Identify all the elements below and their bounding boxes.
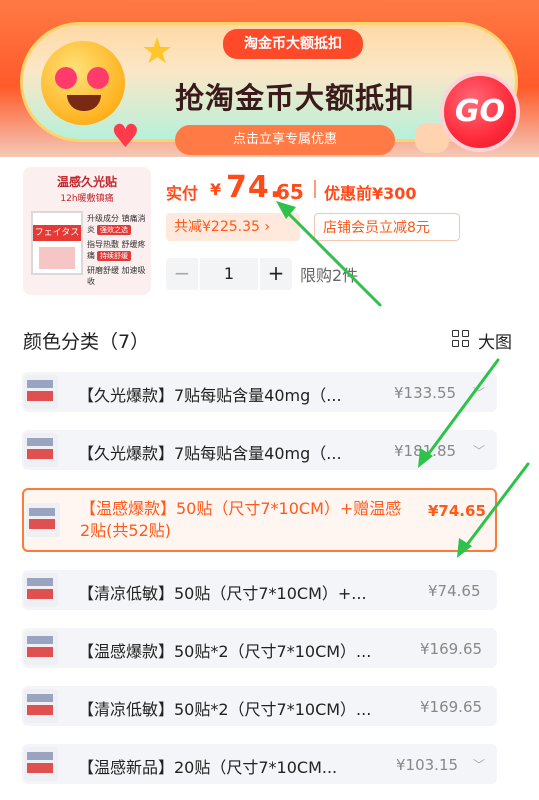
sku-label: 【温感新品】20贴（尺寸7*10CM... [78,758,338,777]
thumb-feature: 研磨舒缓 加速吸收 [87,266,146,286]
sku-option[interactable]: 【久光爆款】7贴每贴含量40mg（... ¥181.85 ﹀ [22,430,497,470]
banner-cta[interactable]: 点击立享专属优惠 [175,125,395,155]
sku-thumbnail [26,503,60,537]
price-currency: ¥ [210,180,222,199]
sku-thumbnail [24,631,58,665]
thumb-badge: 强效之选 [97,225,131,235]
sku-price: ¥74.65 [428,582,481,600]
sku-label: 【久光爆款】7贴每贴含量40mg（... [78,386,342,405]
thumb-badge: 持续舒缓 [97,251,131,261]
sku-label: 【温感爆款】50贴（尺寸7*10CM）+赠温感2贴(共52贴) [80,499,402,540]
chevron-down-icon: ﹀ [472,758,485,772]
sku-option[interactable]: 【温感新品】20贴（尺寸7*10CM... ¥103.15 ﹀ [22,744,497,784]
quantity-input[interactable]: 1 [200,258,258,290]
emoji-eye-left [55,67,77,89]
sku-price: ¥169.65 [420,640,483,658]
emoji-mouth [67,95,101,111]
sku-option[interactable]: 【温感爆款】50贴*2（尺寸7*10CM）... ¥169.65 [22,628,497,668]
sku-thumbnail [24,375,58,409]
grid-view-icon [452,330,470,348]
chevron-down-icon: ﹀ [472,444,485,458]
sku-label: 【清凉低敏】50贴*2（尺寸7*10CM）... [78,700,372,719]
discount-total-chip[interactable]: 共减¥225.35 › [166,213,300,241]
sku-thumbnail [24,433,58,467]
banner-card[interactable]: ★ ♥ 淘金币大额抵扣 抢淘金币大额抵扣 点击立享专属优惠 GO [20,22,520,155]
sku-option-selected[interactable]: 【温感爆款】50贴（尺寸7*10CM）+赠温感2贴(共52贴) ¥74.65 [22,488,497,552]
thumb-brand: フェイタス [33,225,81,241]
sku-option[interactable]: 【久光爆款】7贴每贴含量40mg（... ¥133.55 ﹀ [22,372,497,412]
go-button[interactable]: GO [440,72,520,152]
price-divider [314,180,316,198]
sku-thumbnail [24,689,58,723]
star-icon: ★ [141,31,174,72]
member-discount-chip[interactable]: 店铺会员立减8元 [314,213,460,241]
chevron-down-icon: ﹀ [472,386,485,400]
sku-price: ¥133.55 [394,384,457,402]
thumb-feature: 升级成分 镇痛消炎 [87,214,146,234]
purchase-limit: 限购2件 [300,266,359,285]
thumb-subtitle: 12h暖敷镇痛 [60,194,114,204]
price-row: 实付 ¥ 74. 65 优惠前¥300 [166,170,526,210]
sku-price: ¥103.15 [396,756,459,774]
sku-thumbnail [24,573,58,607]
sku-label: 【温感爆款】50贴*2（尺寸7*10CM）... [78,642,372,661]
price-integer: 74. [226,170,283,205]
thumb-feature: 指导热敷 舒缓疼痛 [87,240,146,260]
decrease-quantity-button[interactable]: − [166,258,198,290]
sku-price: ¥74.65 [428,502,486,520]
emoji-eye-right [87,67,109,89]
banner-title: 抢淘金币大额抵扣 [175,81,416,115]
patch-image [39,247,75,269]
sku-label: 【久光爆款】7贴每贴含量40mg（... [78,444,342,463]
price-before-discount: 优惠前¥300 [324,184,417,203]
big-picture-label: 大图 [478,333,512,353]
sku-option[interactable]: 【清凉低敏】50贴*2（尺寸7*10CM）... ¥169.65 [22,686,497,726]
heart-eyes-emoji-icon [41,41,125,125]
sku-label: 【清凉低敏】50贴（尺寸7*10CM）+... [78,584,367,603]
sku-price: ¥181.85 [394,442,457,460]
heart-icon: ♥ [111,117,140,155]
section-title: 颜色分类（7） [23,331,150,353]
quantity-stepper: − 1 + [166,258,292,290]
big-picture-toggle[interactable]: 大图 [452,328,518,353]
sku-thumbnail [24,747,58,781]
sku-option[interactable]: 【清凉低敏】50贴（尺寸7*10CM）+... ¥74.65 [22,570,497,610]
price-label: 实付 [166,184,199,203]
product-thumbnail[interactable]: 温感久光贴 12h暖敷镇痛 フェイタス 升级成分 镇痛消炎 强效之选 指导热敷 … [23,167,151,295]
thumb-title: 温感久光贴 [56,175,117,189]
sku-price: ¥169.65 [420,698,483,716]
increase-quantity-button[interactable]: + [260,258,292,290]
promo-banner[interactable]: ★ ♥ 淘金币大额抵扣 抢淘金币大额抵扣 点击立享专属优惠 GO [0,0,539,157]
banner-tag: 淘金币大额抵扣 [223,29,363,59]
product-box-image: フェイタス [31,211,83,275]
price-decimal: 65 [276,180,304,204]
